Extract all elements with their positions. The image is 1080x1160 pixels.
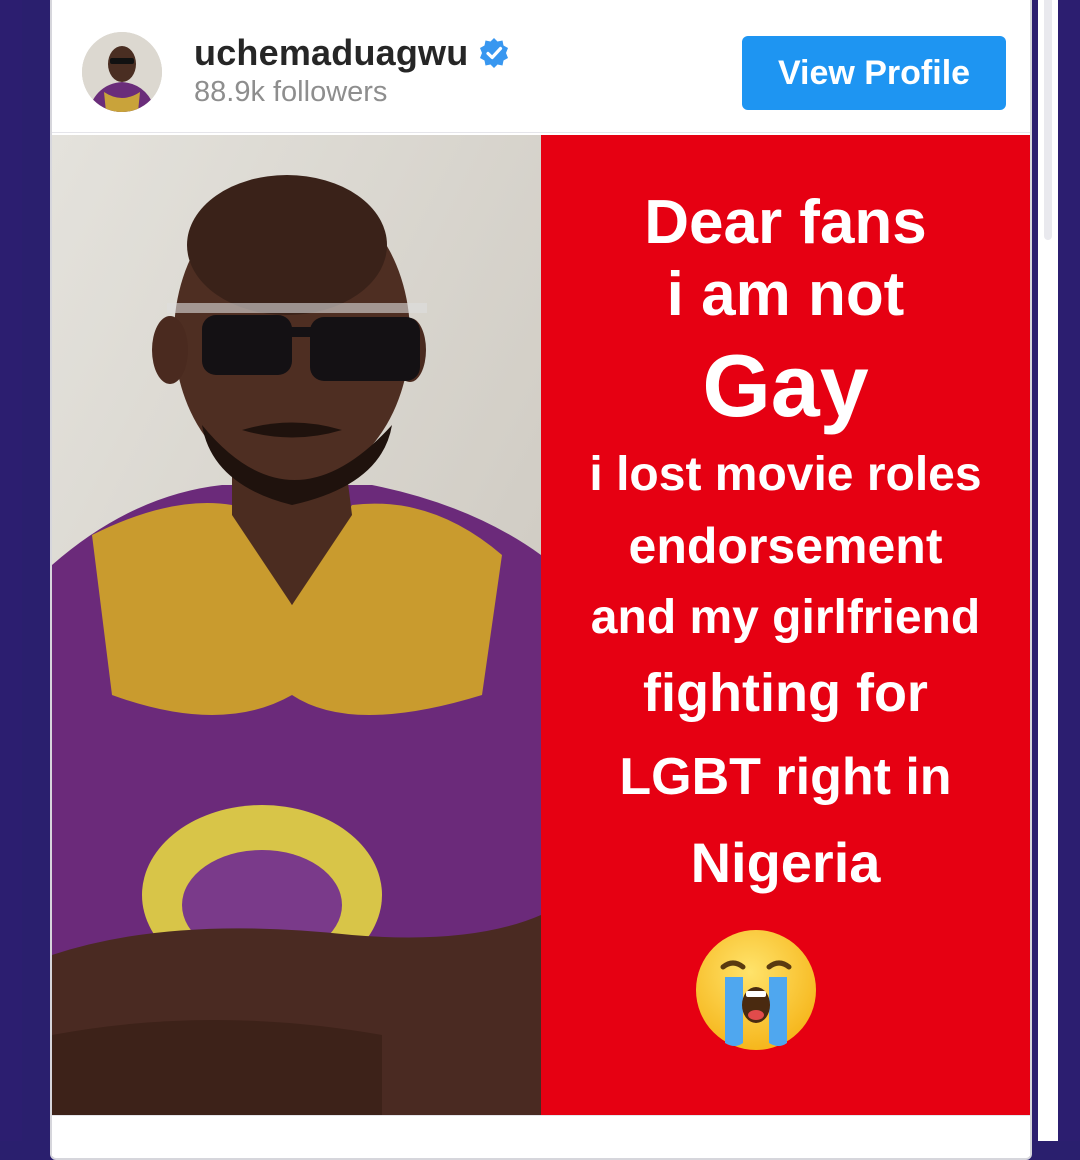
post-text-line: i am not <box>666 260 905 329</box>
post-text-line: Nigeria <box>690 831 881 894</box>
embed-header: uchemaduagwu 88.9k followers View Profil… <box>52 2 1030 133</box>
left-frame <box>0 0 22 1141</box>
view-profile-button[interactable]: View Profile <box>742 36 1006 110</box>
post-image[interactable]: Dear fans i am not Gay i lost movie role… <box>52 135 1030 1115</box>
post-text-line: endorsement <box>628 518 943 574</box>
post-text-line: Gay <box>702 336 869 435</box>
post-text-line: Dear fans <box>644 188 927 257</box>
username[interactable]: uchemaduagwu <box>194 32 468 74</box>
embed-footer <box>52 1115 1030 1156</box>
follower-count: 88.9k followers <box>194 76 388 108</box>
verified-badge-icon <box>480 38 509 68</box>
instagram-embed-card: uchemaduagwu 88.9k followers View Profil… <box>50 0 1032 1160</box>
loudly-crying-face-icon <box>696 930 816 1050</box>
post-text-line: fighting for <box>643 663 928 723</box>
post-text-line: LGBT right in <box>619 748 952 806</box>
post-text-line: i lost movie roles <box>589 448 982 501</box>
avatar[interactable] <box>82 32 162 112</box>
portrait-photo <box>52 135 541 1115</box>
message-panel: Dear fans i am not Gay i lost movie role… <box>541 135 1030 1115</box>
scrollbar-thumb[interactable] <box>1044 0 1052 240</box>
username-row: uchemaduagwu <box>194 32 510 74</box>
post-text-line: and my girlfriend <box>590 591 981 644</box>
scrollbar-track[interactable] <box>1038 0 1058 1141</box>
